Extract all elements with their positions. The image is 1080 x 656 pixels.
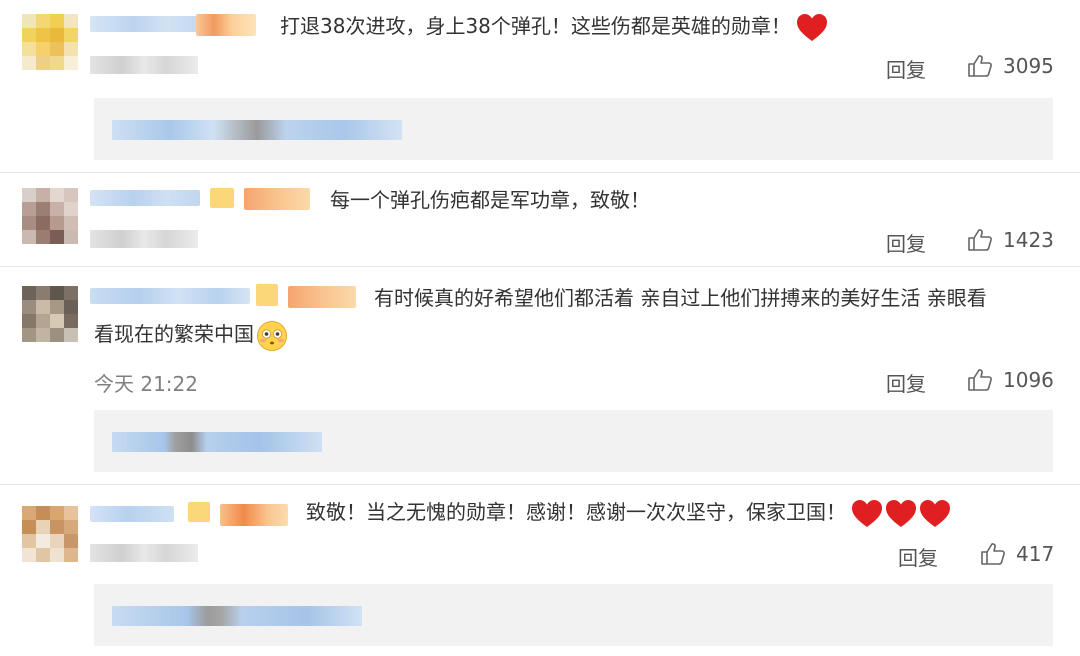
avatar[interactable] [22,506,78,562]
divider [0,484,1080,485]
thumbs-up-icon [968,229,992,251]
sub-reply-box[interactable] [94,410,1053,472]
heart-emoji [850,498,952,530]
comment-text-line: 有时候真的好希望他们都活着 亲自过上他们拼搏来的美好生活 亲眼看 [374,286,987,310]
heart-icon [920,499,950,527]
username-blurred[interactable] [90,16,200,32]
heart-icon [852,499,882,527]
sub-reply-box[interactable] [94,584,1053,646]
comment-text-line: 每一个弹孔伤疤都是军功章，致敬！ [330,188,650,212]
like-button[interactable]: 1096 [967,368,1054,392]
thumbs-up-icon [981,543,1005,565]
like-count: 417 [1016,542,1055,566]
comment-text: 打退38次进攻，身上38个弹孔！这些伤都是英雄的勋章！ [280,10,829,44]
avatar[interactable] [22,188,78,244]
comment-text-line: 致敬！当之无愧的勋章！感谢！感谢一次次坚守，保家卫国！ [306,500,846,524]
reply-button[interactable]: 回复 [886,54,926,83]
avatar[interactable] [22,14,78,70]
comment-text: 每一个弹孔伤疤都是军功章，致敬！ [330,184,650,216]
flushed-face-emoji-icon [257,320,287,351]
heart-icon [886,499,916,527]
username-blurred[interactable] [90,190,200,206]
username-blurred[interactable] [90,506,174,522]
avatar[interactable] [22,286,78,342]
sub-reply-blurred [112,120,402,140]
like-button[interactable]: 1423 [967,228,1054,252]
reply-button[interactable]: 回复 [898,542,938,571]
reply-button[interactable]: 回复 [886,228,926,257]
user-badge-blurred [244,188,310,210]
sub-reply-blurred [112,432,322,452]
thumbs-up-icon [968,55,992,77]
user-badge-blurred [196,14,256,36]
like-count: 1423 [1003,228,1054,252]
user-badge-blurred [210,188,234,208]
user-badge-blurred [188,502,210,522]
divider [0,172,1080,173]
divider [0,266,1080,267]
comment-timestamp: 今天 21:22 [94,372,198,396]
meta-blurred [90,56,198,74]
heart-emoji [795,12,829,44]
like-count: 1096 [1003,368,1054,392]
comment-text-line: 看现在的繁荣中国 [94,322,254,346]
sub-reply-box[interactable] [94,98,1053,160]
heart-icon [796,13,827,41]
reply-button[interactable]: 回复 [886,368,926,397]
comment-text: 致敬！当之无愧的勋章！感谢！感谢一次次坚守，保家卫国！ [306,496,952,530]
like-button[interactable]: 417 [980,542,1054,566]
like-button[interactable]: 3095 [967,54,1054,78]
sub-reply-blurred [112,606,362,626]
like-count: 3095 [1003,54,1054,78]
comment-text: 有时候真的好希望他们都活着 亲自过上他们拼搏来的美好生活 亲眼看 看现在的繁荣中… [94,282,987,352]
user-badge-blurred [220,504,288,526]
meta-blurred [90,230,198,248]
thumbs-up-icon [968,369,992,391]
comment-text-line: 打退38次进攻，身上38个弹孔！这些伤都是英雄的勋章！ [280,14,791,38]
meta-blurred [90,544,198,562]
